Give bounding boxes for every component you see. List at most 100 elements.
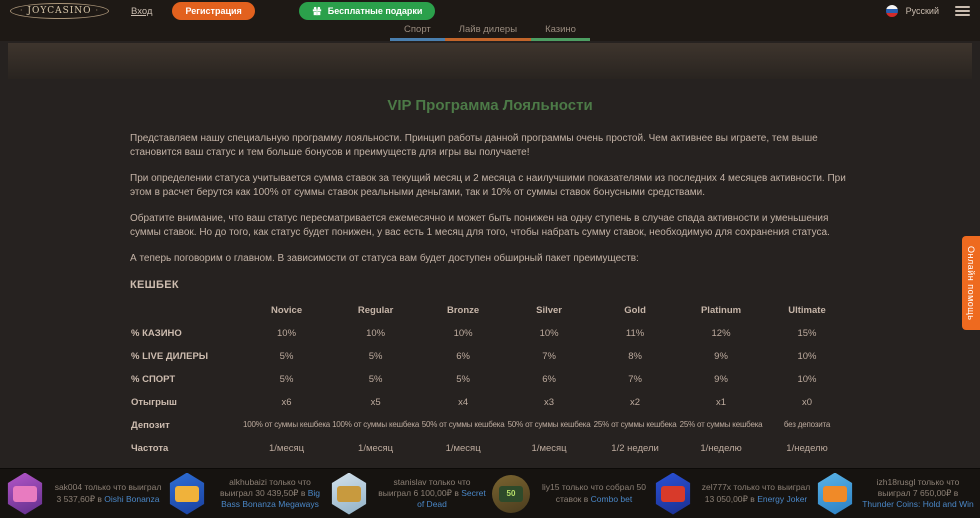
game-logo	[337, 486, 361, 502]
game-logo: 50	[499, 486, 523, 502]
thunder-coins-hold-and-win-slot-icon	[816, 473, 854, 515]
winner-text: izh18rusgl только что выиграл 7 650,00₽ …	[877, 477, 960, 498]
register-button[interactable]: Регистрация	[172, 2, 254, 20]
free-gifts-button[interactable]: Бесплатные подарки	[299, 2, 436, 20]
language-selector[interactable]: Русский	[906, 6, 939, 16]
winner-message: izh18rusgl только что выиграл 7 650,00₽ …	[862, 477, 974, 510]
winner-list-item: izh18rusgl только что выиграл 7 650,00₽ …	[816, 473, 974, 515]
table-cell: 10%	[506, 322, 592, 345]
table-cell: 5%	[331, 368, 420, 391]
table-cell: 5%	[331, 345, 420, 368]
table-cell: x4	[420, 391, 506, 414]
game-logo	[175, 486, 199, 502]
table-cell: 100% от суммы кешбека	[331, 414, 420, 437]
table-cell: x0	[764, 391, 850, 414]
row-label: % LIVE ДИЛЕРЫ	[130, 345, 242, 368]
tab-live-dealers[interactable]: Лайв дилеры	[445, 22, 531, 41]
table-cell: x6	[242, 391, 331, 414]
table-cell: 15%	[764, 322, 850, 345]
winner-message: zel777x только что выиграл 13 050,00₽ в …	[700, 482, 812, 504]
russian-flag-icon	[886, 5, 898, 17]
intro-paragraph-1: Представляем нашу специальную программу …	[130, 132, 850, 159]
logo-flourish-left: ·	[20, 6, 24, 15]
row-label: % КАЗИНО	[130, 322, 242, 345]
tab-sport[interactable]: Спорт	[390, 22, 445, 41]
table-cell: 6%	[506, 368, 592, 391]
free-gifts-label: Бесплатные подарки	[328, 6, 423, 16]
table-cell: 11%	[592, 322, 678, 345]
column-header: Bronze	[420, 299, 506, 322]
column-header: Novice	[242, 299, 331, 322]
logo-text: JOYCASINO	[27, 6, 91, 16]
table-cell: 1/месяц	[420, 437, 506, 460]
intro-paragraph-3: Обратите внимание, что ваш статус пересм…	[130, 212, 850, 239]
combo-bet-badge-icon: 50	[492, 475, 530, 513]
winner-list-item: alkhubaizi только что выиграл 30 439,50₽…	[168, 473, 326, 515]
joycasino-logo[interactable]: · JOYCASINO ·	[10, 3, 109, 19]
table-cell: 10%	[420, 322, 506, 345]
winner-game-link[interactable]: Combo bet	[591, 494, 633, 504]
table-cell: 1/неделю	[678, 437, 764, 460]
cashback-heading: КЕШБЕК	[130, 279, 850, 291]
oishi-bonanza-slot-icon	[6, 473, 44, 515]
winner-list-item: 50liy15 только что собрал 50 ставок в Co…	[492, 473, 650, 515]
winner-message: sak004 только что выиграл 3 537,60₽ в Oi…	[52, 482, 164, 504]
hamburger-menu-icon[interactable]	[955, 4, 970, 18]
table-cell: 25% от суммы кешбека	[592, 414, 678, 437]
game-logo	[13, 486, 37, 502]
winners-footer: sak004 только что выиграл 3 537,60₽ в Oi…	[0, 468, 980, 518]
intro-paragraph-2: При определении статуса учитывается сумм…	[130, 172, 850, 199]
intro-paragraph-4: А теперь поговорим о главном. В зависимо…	[130, 252, 850, 266]
table-cell: 1/месяц	[242, 437, 331, 460]
footer-winners: sak004 только что выиграл 3 537,60₽ в Oi…	[0, 473, 980, 515]
table-corner	[130, 299, 242, 322]
banner-strip	[8, 43, 972, 79]
row-label: Отыгрыш	[130, 391, 242, 414]
table-cell: 9%	[678, 345, 764, 368]
winner-message: alkhubaizi только что выиграл 30 439,50₽…	[214, 477, 326, 510]
game-logo	[661, 486, 685, 502]
tab-casino[interactable]: Казино	[531, 22, 590, 41]
table-cell: 5%	[242, 368, 331, 391]
table-cell: 7%	[506, 345, 592, 368]
column-header: Ultimate	[764, 299, 850, 322]
winner-game-link[interactable]: Energy Joker	[757, 494, 807, 504]
table-cell: x3	[506, 391, 592, 414]
table-cell: 50% от суммы кешбека	[420, 414, 506, 437]
table-cell: 9%	[678, 368, 764, 391]
page-title: VIP Программа Лояльности	[130, 97, 850, 114]
row-label: Частота	[130, 437, 242, 460]
table-cell: 6%	[420, 345, 506, 368]
big-bass-bonanza-megaways-slot-icon	[168, 473, 206, 515]
table-cell: x2	[592, 391, 678, 414]
winner-list-item: zel777x только что выиграл 13 050,00₽ в …	[654, 473, 812, 515]
main-content: VIP Программа Лояльности Представляем на…	[0, 79, 980, 518]
top-bar: · JOYCASINO · Вход Регистрация Бесплатны…	[0, 0, 980, 22]
gift-icon	[312, 6, 322, 16]
winner-list-item: sak004 только что выиграл 3 537,60₽ в Oi…	[6, 473, 164, 515]
table-cell: 7%	[592, 368, 678, 391]
table-cell: 5%	[242, 345, 331, 368]
table-cell: 1/месяц	[331, 437, 420, 460]
game-logo	[823, 486, 847, 502]
online-help-tab[interactable]: Онлайн помощь	[962, 236, 980, 330]
main-nav-tabs: Спорт Лайв дилеры Казино	[0, 22, 980, 41]
table-cell: 10%	[331, 322, 420, 345]
table-cell: 12%	[678, 322, 764, 345]
table-cell: 1/2 недели	[592, 437, 678, 460]
table-cell: x1	[678, 391, 764, 414]
table-cell: 1/месяц	[506, 437, 592, 460]
winner-text: alkhubaizi только что выиграл 30 439,50₽…	[220, 477, 311, 498]
topbar-right: Русский	[886, 4, 970, 18]
winner-game-link[interactable]: Oishi Bonanza	[104, 494, 159, 504]
table-cell: 100% от суммы кешбека	[242, 414, 331, 437]
table-cell: 5%	[420, 368, 506, 391]
table-cell: 10%	[764, 345, 850, 368]
column-header: Platinum	[678, 299, 764, 322]
logo-flourish-right: ·	[95, 6, 99, 15]
table-cell: 25% от суммы кешбека	[678, 414, 764, 437]
login-link[interactable]: Вход	[131, 6, 153, 17]
winner-game-link[interactable]: Thunder Coins: Hold and Win	[862, 499, 974, 509]
secret-of-dead-slot-icon	[330, 473, 368, 515]
column-header: Regular	[331, 299, 420, 322]
